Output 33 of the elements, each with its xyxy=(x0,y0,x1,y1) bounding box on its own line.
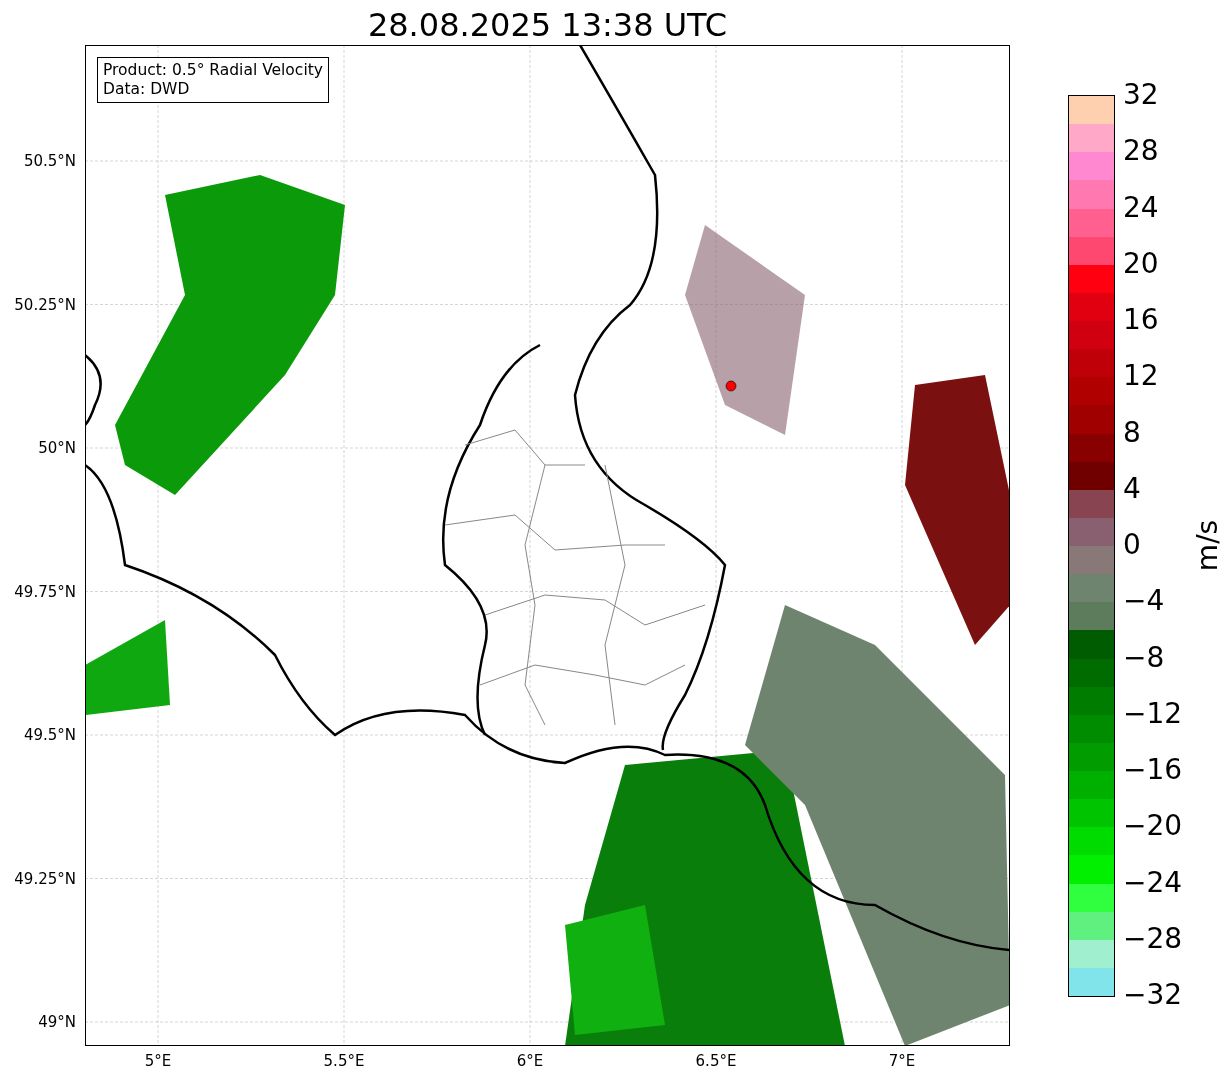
colorbar-tick-label: −28 xyxy=(1123,922,1183,955)
longitude-label: 6.5°E xyxy=(694,1052,738,1070)
colorbar-tick-label: 24 xyxy=(1123,191,1159,224)
latitude-label: 49.25°N xyxy=(14,869,76,888)
info-text: Product: 0.5° Radial Velocity xyxy=(103,61,323,80)
colorbar-tick-label: −12 xyxy=(1123,697,1183,730)
colorbar-tick-label: −4 xyxy=(1123,585,1165,618)
colorbar-tick-label: 16 xyxy=(1123,304,1159,336)
latitude-label: 49°N xyxy=(38,1013,76,1031)
longitude-label: 5°E xyxy=(143,1052,173,1070)
longitude-label: 5.5°E xyxy=(322,1052,366,1070)
colorbar-tick-label: 20 xyxy=(1123,247,1159,280)
colorbar-tick-label: 4 xyxy=(1123,472,1141,505)
colorbar-tick-label: 8 xyxy=(1123,416,1141,449)
longitude-label: 6°E xyxy=(515,1052,545,1070)
chart-title: 28.08.2025 13:38 UTC xyxy=(367,5,728,45)
colorbar-tick-label: 0 xyxy=(1123,529,1141,561)
info-text: Data: DWD xyxy=(103,80,191,99)
latitude-label: 50°N xyxy=(38,439,76,457)
colorbar-tick-label: −8 xyxy=(1123,641,1165,674)
colorbar-tick-label: −32 xyxy=(1123,979,1183,1011)
colorbar-tick-label: 12 xyxy=(1123,360,1159,393)
latitude-label: 49.5°N xyxy=(23,726,76,744)
latitude-label: 49.75°N xyxy=(14,582,76,601)
latitude-label: 50.5°N xyxy=(23,152,76,170)
latitude-label: 50.25°N xyxy=(14,295,76,314)
colorbar-tick-label: −20 xyxy=(1123,810,1183,843)
colorbar-tick-label: 28 xyxy=(1123,135,1159,168)
colorbar-tick-label: −24 xyxy=(1123,866,1183,899)
colorbar-tick-label: −16 xyxy=(1123,754,1183,786)
longitude-label: 7°E xyxy=(887,1052,917,1070)
unit-label: m/s xyxy=(1191,519,1225,571)
colorbar-tick-label: 32 xyxy=(1123,79,1159,111)
